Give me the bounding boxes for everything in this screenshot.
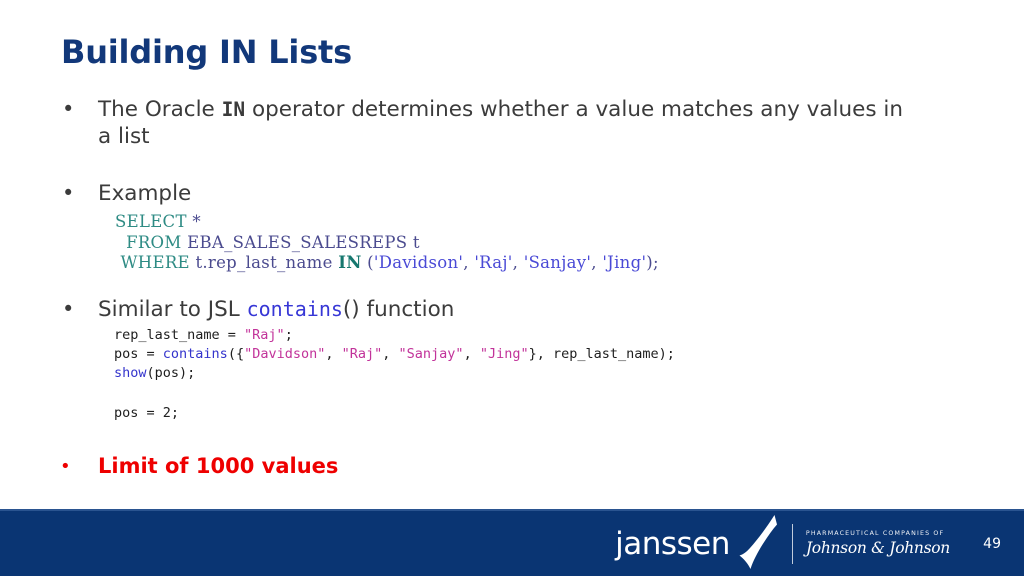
code-token: ); — [646, 253, 659, 272]
footer-bar: janssen PHARMACEUTICAL COMPANIES OF John… — [0, 509, 1024, 576]
in-keyword: IN — [221, 98, 246, 121]
bullet-in-operator: • The Oracle IN operator determines whet… — [0, 96, 1024, 150]
code-line: rep_last_name = "Raj"; — [114, 326, 1024, 345]
sql-code-block: SELECT * FROM EBA_SALES_SALESREPS t WHER… — [0, 212, 1024, 274]
code-line: FROM EBA_SALES_SALESREPS t — [115, 233, 1024, 254]
code-token: 'Sanjay' — [523, 253, 592, 272]
bullet-marker-icon: • — [62, 181, 75, 205]
code-token: ; — [284, 326, 293, 343]
code-token: SELECT — [115, 212, 193, 231]
code-token: , — [463, 253, 475, 272]
code-token: ( — [361, 253, 374, 272]
jnj-tagline: PHARMACEUTICAL COMPANIES OF — [805, 530, 945, 537]
code-token: 'Davidson' — [373, 253, 464, 272]
code-token: "Sanjay" — [398, 345, 464, 362]
bullet-similar-jsl: • Similar to JSL contains() function — [0, 296, 1024, 323]
code-token: "Raj" — [341, 345, 383, 362]
johnson-johnson-logo: PHARMACEUTICAL COMPANIES OF Johnson & Jo… — [806, 530, 950, 557]
code-token: WHERE — [115, 253, 196, 272]
code-token: , — [512, 253, 524, 272]
logo-divider — [791, 523, 793, 564]
bullet-text-after: () function — [342, 296, 455, 322]
code-token: IN — [338, 253, 362, 272]
page-number: 49 — [983, 535, 1001, 552]
code-token: * — [192, 212, 201, 231]
code-token: EBA_SALES_SALESREPS t — [187, 232, 420, 252]
code-token: FROM — [115, 232, 188, 252]
slide: Building IN Lists • The Oracle IN operat… — [0, 0, 1024, 576]
contains-keyword: contains — [246, 296, 343, 321]
bullet-text-before: The Oracle — [98, 97, 222, 122]
page-title: Building IN Lists — [61, 33, 352, 71]
code-token: , — [463, 345, 480, 362]
code-line: show(pos); — [114, 364, 1024, 383]
code-line: pos = 2; — [114, 404, 1024, 423]
code-token: , — [382, 345, 399, 362]
bullet-marker-icon: • — [62, 97, 75, 121]
jnj-wordmark: Johnson & Johnson — [805, 539, 950, 557]
code-token: (pos); — [146, 364, 196, 381]
bullet-marker-icon: • — [62, 296, 75, 321]
bullet-limit-text: Limit of 1000 values — [98, 453, 339, 478]
janssen-wordmark: janssen — [615, 526, 730, 562]
code-token: show — [114, 364, 147, 381]
code-token: }, rep_last_name); — [528, 345, 675, 362]
code-token: "Raj" — [244, 326, 285, 343]
jsl-code-block: rep_last_name = "Raj"; pos = contains({"D… — [0, 326, 1024, 383]
code-token: contains — [162, 345, 228, 362]
bullet-in-operator-text: The Oracle IN operator determines whethe… — [98, 96, 908, 150]
bullet-example: • Example — [0, 180, 1024, 207]
code-token: ({ — [227, 345, 245, 362]
code-token: pos = 2; — [114, 404, 180, 421]
janssen-swoosh-icon — [734, 514, 778, 574]
code-token: pos = — [114, 345, 163, 362]
bullet-limit: • Limit of 1000 values — [0, 453, 1024, 480]
code-line: pos = contains({"Davidson", "Raj", "Sanj… — [114, 345, 1024, 364]
brand-logo-group: janssen PHARMACEUTICAL COMPANIES OF John… — [615, 511, 950, 576]
bullet-example-text: Example — [98, 181, 192, 206]
slide-body: • The Oracle IN operator determines whet… — [0, 96, 1024, 480]
code-token: 'Jing' — [602, 253, 647, 272]
code-line: WHERE t.rep_last_name IN ('Davidson', 'R… — [115, 253, 1024, 274]
code-token: , — [325, 345, 342, 362]
code-token: 'Raj' — [474, 253, 513, 272]
code-token: rep_last_name = — [114, 326, 245, 343]
bullet-marker-icon: • — [60, 455, 71, 477]
bullet-text-before: Similar to JSL — [98, 296, 247, 322]
jsl-output-block: pos = 2; — [0, 404, 1024, 423]
code-token: "Jing" — [479, 345, 529, 362]
code-token: "Davidson" — [244, 345, 326, 362]
bullet-similar-jsl-text: Similar to JSL contains() function — [98, 296, 908, 323]
code-line: SELECT * — [115, 212, 1024, 233]
code-token: , — [591, 253, 603, 272]
code-token: t.rep_last_name — [195, 253, 339, 272]
